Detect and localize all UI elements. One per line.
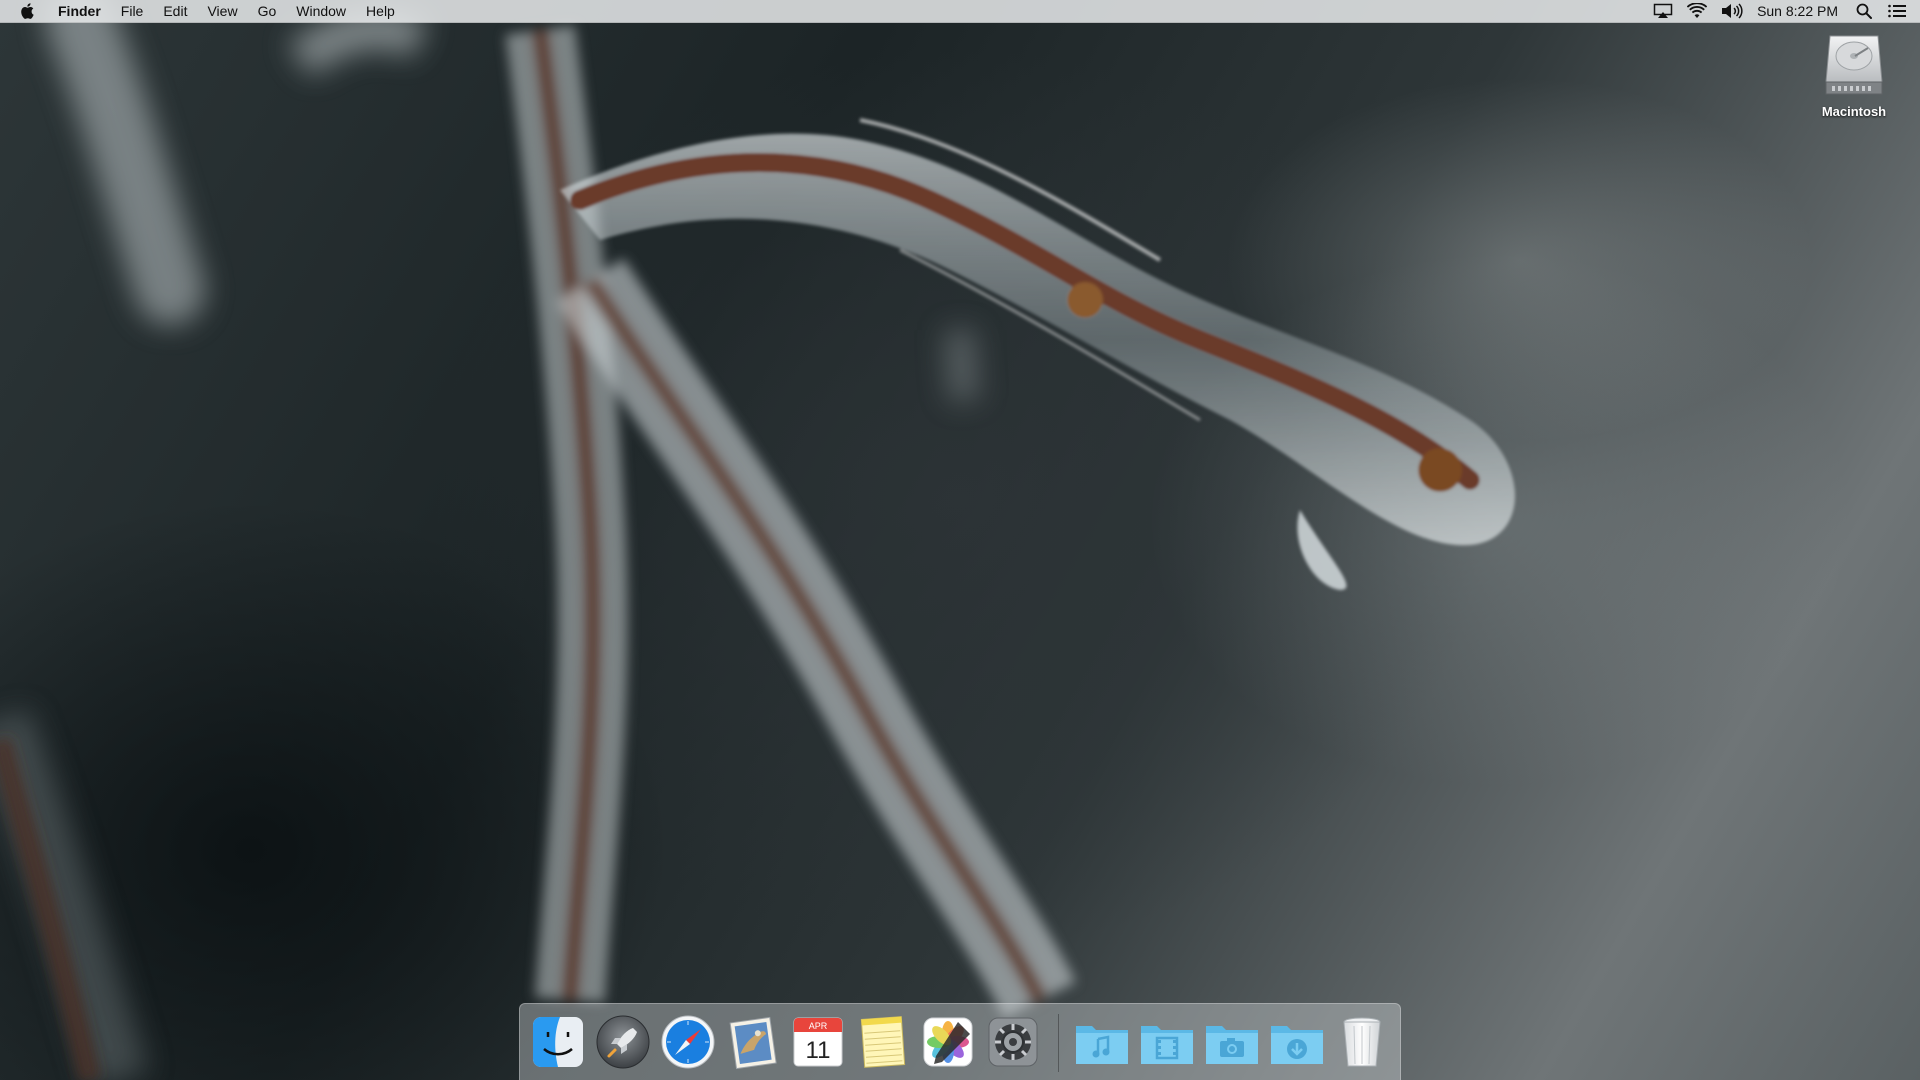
dock-finder[interactable] <box>528 1012 588 1072</box>
dock-system-preferences[interactable] <box>983 1012 1043 1072</box>
menu-edit[interactable]: Edit <box>153 0 197 22</box>
dock-notes[interactable] <box>853 1012 913 1072</box>
desktop: Finder File Edit View Go Window Help Sun… <box>0 0 1920 1080</box>
menu-window[interactable]: Window <box>286 0 356 22</box>
dock-launchpad[interactable] <box>593 1012 653 1072</box>
calendar-day: 11 <box>806 1037 831 1064</box>
wallpaper <box>0 0 1515 1080</box>
mail-icon <box>729 1016 777 1070</box>
safari-icon <box>661 1015 715 1069</box>
pictures-folder-icon <box>1206 1026 1258 1064</box>
launchpad-icon <box>596 1015 650 1069</box>
dock-music-folder[interactable] <box>1072 1012 1132 1072</box>
movies-folder-icon <box>1141 1026 1193 1064</box>
dock: APR 11 <box>519 1003 1401 1080</box>
menu-go[interactable]: Go <box>248 0 287 22</box>
dock-movies-folder[interactable] <box>1137 1012 1197 1072</box>
calendar-icon: APR 11 <box>793 1017 843 1067</box>
gear-icon <box>988 1017 1038 1067</box>
menu-help[interactable]: Help <box>356 0 405 22</box>
wifi-icon[interactable] <box>1687 0 1708 22</box>
spotlight-search-icon[interactable] <box>1856 0 1872 22</box>
hard-drive-icon <box>1825 35 1883 95</box>
airplay-icon[interactable] <box>1653 0 1673 22</box>
desktop-drive[interactable]: Macintosh <box>1812 30 1896 119</box>
drive-label: Macintosh <box>1821 104 1887 119</box>
dock-separator <box>1058 1014 1059 1072</box>
trash-icon <box>1343 1017 1381 1067</box>
finder-icon <box>533 1017 583 1067</box>
downloads-folder-icon <box>1271 1026 1323 1064</box>
dock-mail[interactable] <box>723 1012 783 1072</box>
dock-safari[interactable] <box>658 1012 718 1072</box>
dock-trash[interactable] <box>1332 1012 1392 1072</box>
photos-icon <box>923 1017 973 1067</box>
menu-file[interactable]: File <box>111 0 154 22</box>
menu-view[interactable]: View <box>197 0 247 22</box>
calendar-month: APR <box>809 1021 828 1031</box>
music-folder-icon <box>1076 1026 1128 1064</box>
dock-pictures-folder[interactable] <box>1202 1012 1262 1072</box>
dock-downloads-folder[interactable] <box>1267 1012 1327 1072</box>
volume-icon[interactable] <box>1721 0 1743 22</box>
apple-menu-icon[interactable] <box>16 0 38 22</box>
notes-icon <box>860 1016 906 1068</box>
menu-clock[interactable]: Sun 8:22 PM <box>1757 3 1838 19</box>
menu-app-name[interactable]: Finder <box>48 0 111 22</box>
menu-bar: Finder File Edit View Go Window Help Sun… <box>0 0 1920 23</box>
dock-calendar[interactable]: APR 11 <box>788 1012 848 1072</box>
notification-center-icon[interactable] <box>1888 0 1906 22</box>
dock-photos[interactable] <box>918 1012 978 1072</box>
